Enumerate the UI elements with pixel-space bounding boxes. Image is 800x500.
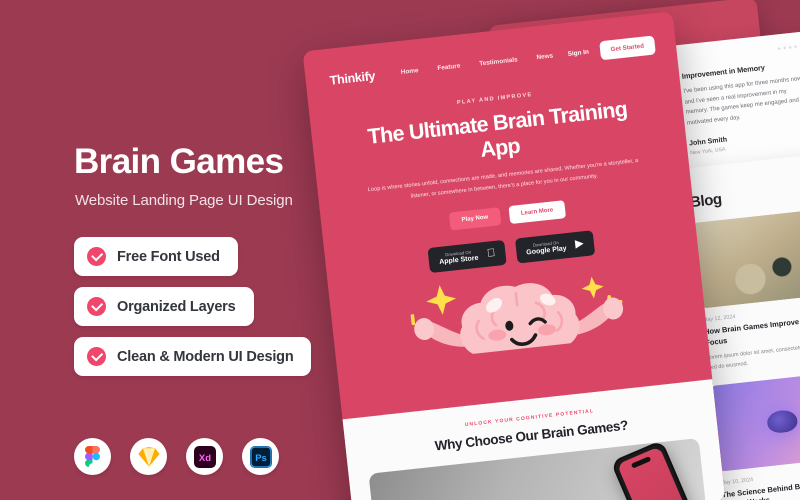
blog-post-card[interactable]: May 10, 2024 The Science Behind Brain Tr… [709,370,800,500]
phone-mockup [610,439,699,500]
sketch-icon [130,438,167,475]
check-circle-icon [87,297,106,316]
nav-item-feature[interactable]: Feature [437,63,461,72]
brand-logo[interactable]: Thinkify [329,68,376,87]
blog-title: Blog [689,190,723,212]
anatomy-brain-photo [692,208,800,309]
feature-badge-label: Clean & Modern UI Design [117,348,294,365]
nav-item-testimonials[interactable]: Testimonials [479,56,518,67]
gradient-brain-art [709,370,800,472]
page-title: Brain Games [74,142,284,181]
feature-badge: Organized Layers [74,287,254,326]
phone-notch [630,456,652,469]
learn-more-button[interactable]: Learn More [508,200,567,225]
svg-text:Xd: Xd [198,453,210,464]
testimonial-body: I've been using this app for three month… [683,75,800,127]
promo-panel: Brain Games Website Landing Page UI Desi… [0,0,330,500]
adobe-xd-icon: Xd [186,438,223,475]
check-circle-icon [87,247,106,266]
hero-section: PLAY AND IMPROVE The Ultimate Brain Trai… [307,52,698,284]
figma-icon [74,438,111,475]
feature-badge-label: Free Font Used [117,248,220,265]
apple-icon:  [486,247,495,260]
app-icon-list: Xd Ps [74,438,279,475]
nav-item-home[interactable]: Home [401,67,419,76]
nav-item-news[interactable]: News [536,53,553,62]
play-triangle-icon: ▶ [570,238,585,251]
svg-text:Ps: Ps [255,453,267,464]
brain-mascot-illustration [410,276,624,355]
play-now-button[interactable]: Play Now [448,207,502,231]
feature-badge: Free Font Used [74,237,238,276]
feature-badge-list: Free Font Used Organized Layers Clean & … [74,237,312,387]
features-section: UNLOCK YOUR COGNITIVE POTENTIAL Why Choo… [342,379,726,500]
photoshop-icon: Ps [242,438,279,475]
sign-in-link[interactable]: Sign In [567,49,589,58]
feature-badge-label: Organized Layers [117,298,236,315]
phone-screen [616,446,692,500]
landing-page-mockup: Thinkify Home Feature Testimonials News … [302,11,726,500]
page-subtitle: Website Landing Page UI Design [75,192,293,209]
check-circle-icon [87,347,106,366]
feature-badge: Clean & Modern UI Design [74,337,312,376]
